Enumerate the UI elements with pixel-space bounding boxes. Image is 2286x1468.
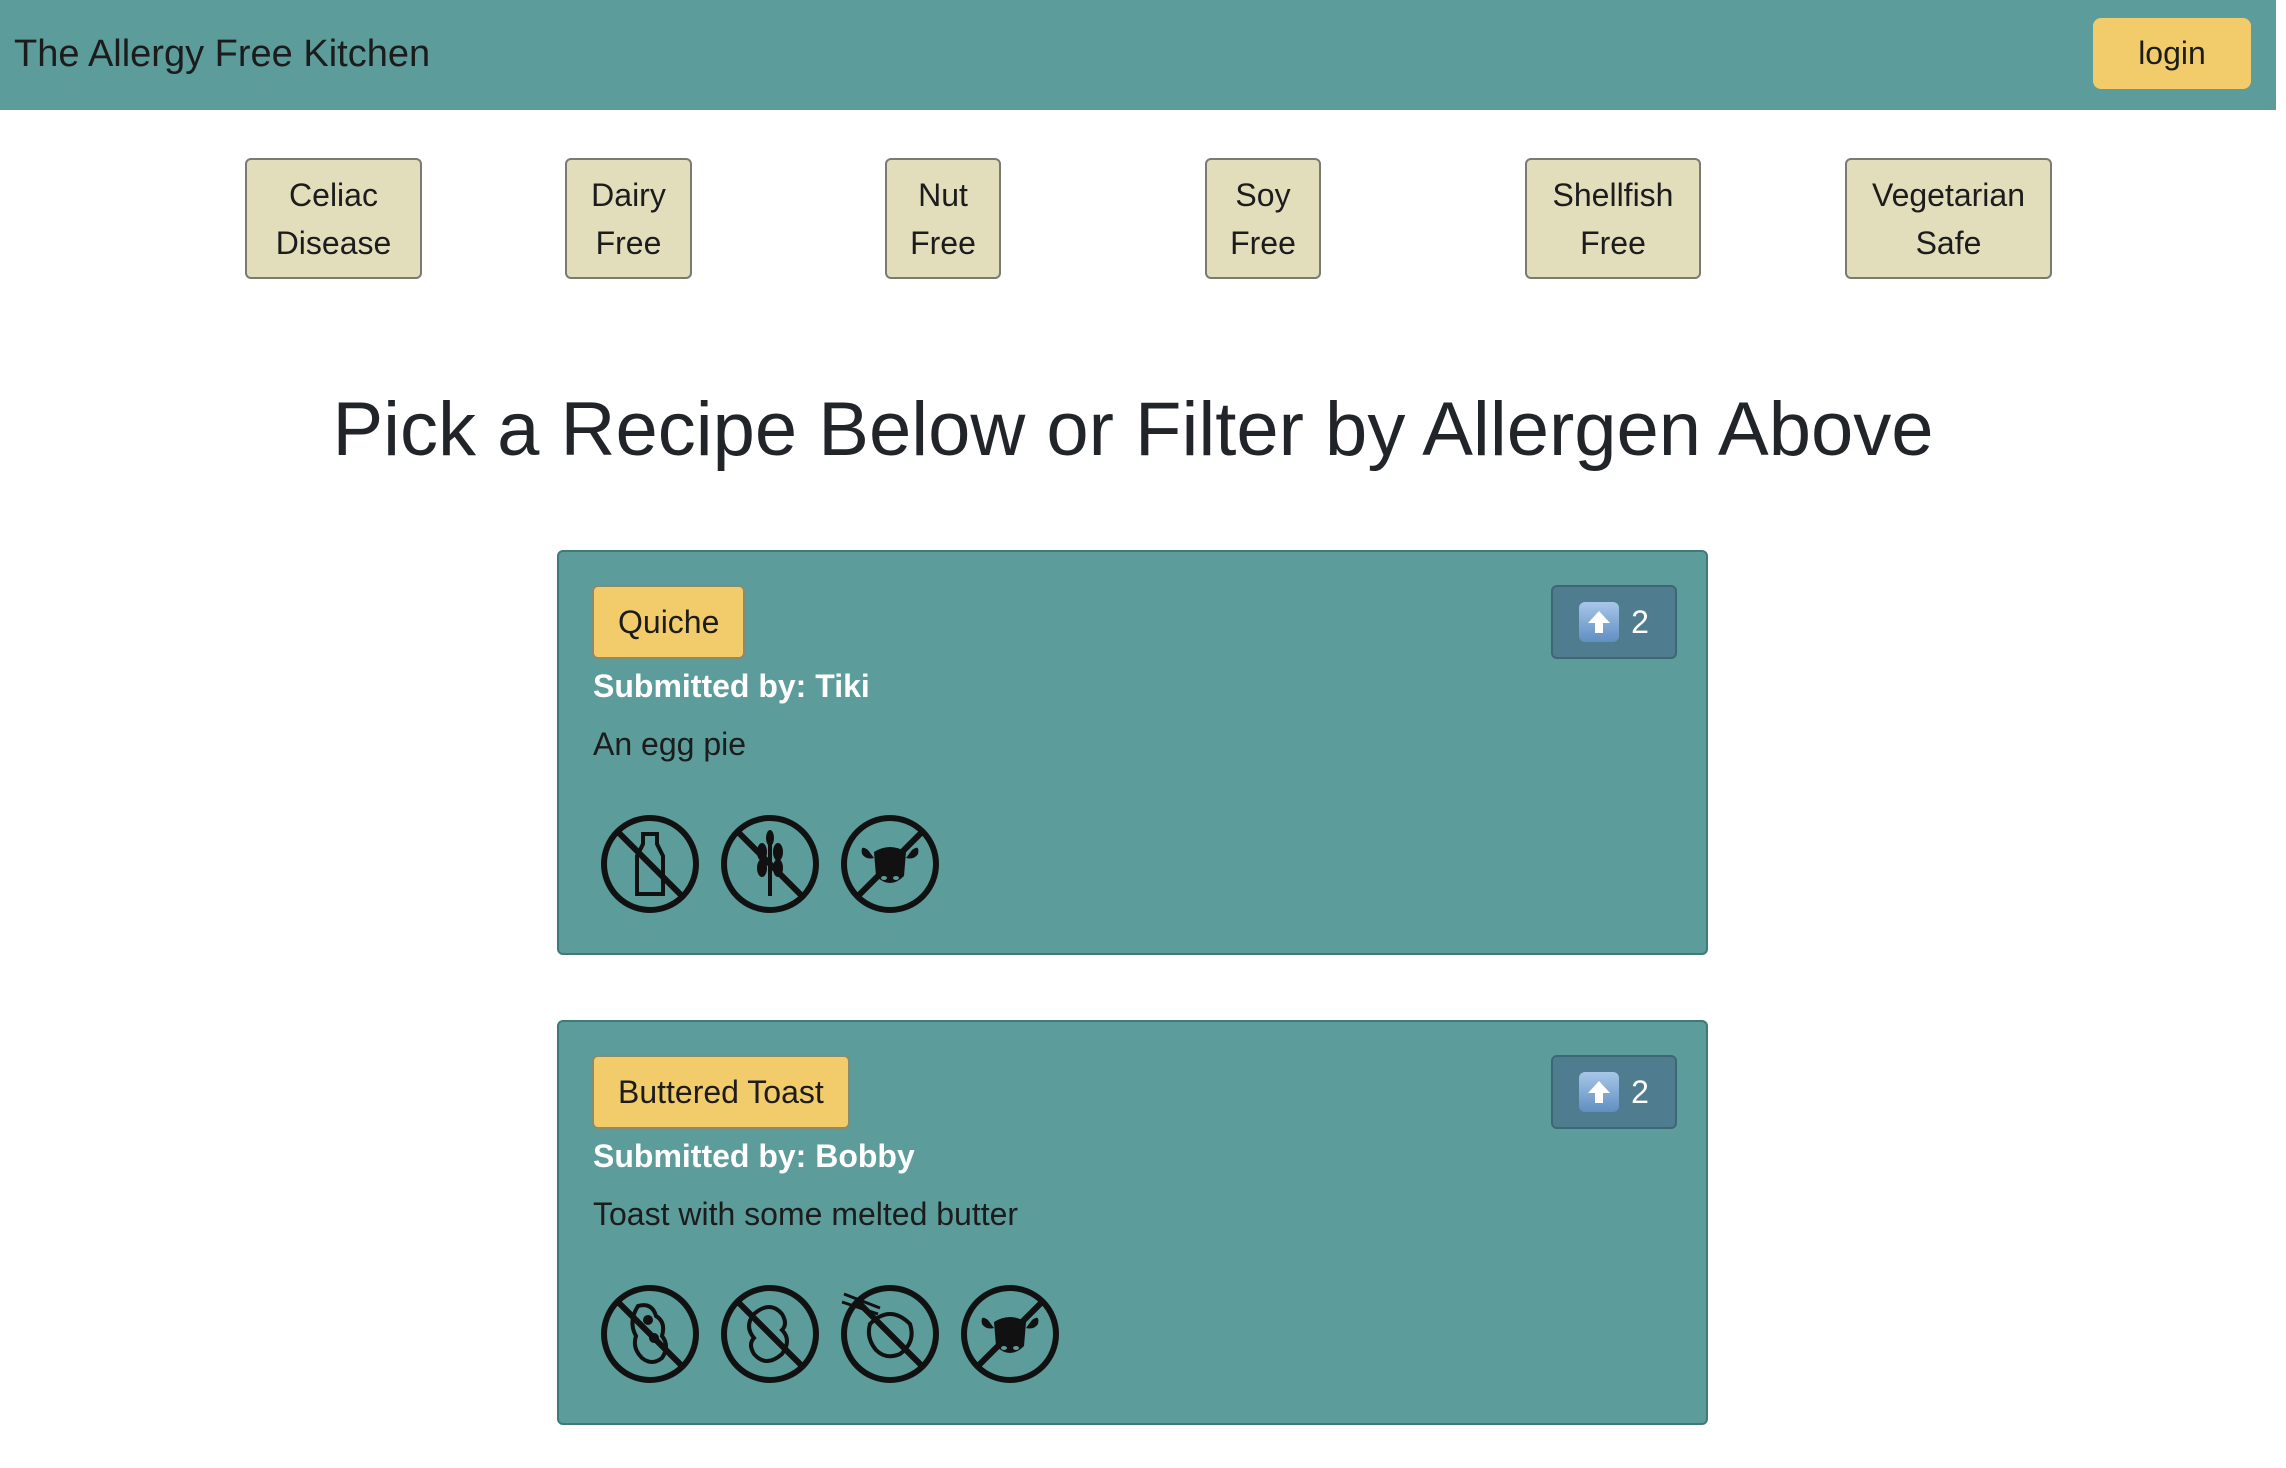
- no-dairy-icon: [601, 815, 699, 913]
- submitted-by: Submitted by: Bobby: [593, 1138, 915, 1174]
- no-shellfish-icon: [841, 1285, 939, 1383]
- filter-shellfish-button[interactable]: Shellfish Free: [1525, 158, 1701, 279]
- no-soy-icon: [601, 1285, 699, 1383]
- submitted-by: Submitted by: Tiki: [593, 668, 870, 704]
- allergen-icons: [600, 1284, 1060, 1384]
- filter-vegetarian-button[interactable]: Vegetarian Safe: [1845, 158, 2052, 279]
- arrow-up-icon: [1579, 1072, 1620, 1112]
- recipe-title-button[interactable]: Quiche: [592, 585, 746, 659]
- filter-label-line1: Soy: [1235, 176, 1291, 213]
- filter-label-line2: Free: [910, 224, 976, 261]
- filter-label-line1: Dairy: [591, 176, 666, 213]
- no-gluten-icon: [721, 815, 819, 913]
- login-button[interactable]: login: [2093, 18, 2251, 89]
- filter-label-line2: Disease: [275, 224, 392, 261]
- filter-celiac-button[interactable]: Celiac Disease: [245, 158, 422, 279]
- page-heading: Pick a Recipe Below or Filter by Allerge…: [332, 387, 1934, 472]
- no-meat-icon: [841, 815, 939, 913]
- vote-count: 2: [1631, 1073, 1649, 1110]
- filter-soy-button[interactable]: Soy Free: [1205, 158, 1321, 279]
- filter-label-line1: Celiac: [289, 176, 378, 213]
- filter-nut-button[interactable]: Nut Free: [885, 158, 1001, 279]
- recipe-description: An egg pie: [593, 726, 747, 762]
- filter-label-line2: Free: [1580, 224, 1646, 261]
- filter-label-line2: Free: [595, 224, 662, 261]
- filter-label-line1: Shellfish: [1552, 176, 1674, 213]
- filter-dairy-button[interactable]: Dairy Free: [565, 158, 692, 279]
- upvote-button[interactable]: 2: [1551, 1055, 1677, 1129]
- upvote-button[interactable]: 2: [1551, 585, 1677, 659]
- recipe-title-button[interactable]: Buttered Toast: [592, 1055, 850, 1129]
- filter-label-line1: Nut: [918, 176, 968, 213]
- recipe-card: Quiche 2 Submitted by: Tiki An egg pie: [557, 550, 1708, 955]
- no-peanut-icon: [721, 1285, 819, 1383]
- no-meat-icon: [961, 1285, 1059, 1383]
- recipe-card: Buttered Toast 2 Submitted by: Bobby Toa…: [557, 1020, 1708, 1425]
- arrow-up-icon: [1579, 602, 1620, 642]
- filter-label-line1: Vegetarian: [1871, 176, 2025, 213]
- brand-title[interactable]: The Allergy Free Kitchen: [14, 28, 430, 80]
- allergen-icons: [600, 814, 940, 914]
- filter-label-line2: Safe: [1915, 224, 1982, 261]
- recipe-description: Toast with some melted butter: [593, 1196, 1019, 1232]
- navbar: The Allergy Free Kitchen login: [0, 0, 2276, 110]
- vote-count: 2: [1631, 603, 1649, 640]
- filter-label-line2: Free: [1230, 224, 1296, 261]
